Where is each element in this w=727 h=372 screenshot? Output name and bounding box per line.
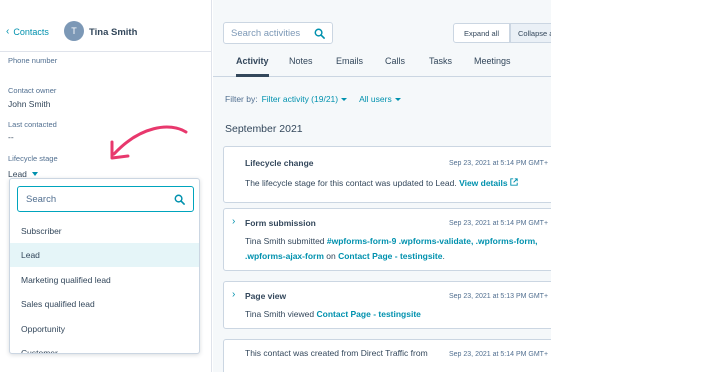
search-icon [174, 194, 185, 205]
avatar: T [64, 21, 84, 41]
filter-activity-label: Filter activity (19/21) [261, 94, 339, 104]
collapse-all-button[interactable]: Collapse a [510, 23, 551, 43]
caret-down-icon [31, 172, 38, 176]
card-body-line-2: .wpforms-ajax-form on Contact Page - tes… [245, 249, 538, 264]
search-icon [314, 28, 325, 39]
avatar-initial: T [71, 26, 77, 36]
activity-card-page-view[interactable]: › Page view Sep 23, 2021 at 5:13 PM GMT+… [223, 281, 551, 329]
contact-page-link[interactable]: Contact Page - testingsite [317, 309, 421, 319]
activity-card-form-submission[interactable]: › Form submission Sep 23, 2021 at 5:14 P… [223, 208, 551, 271]
tab-tasks[interactable]: Tasks [429, 56, 452, 77]
last-contacted-value: -- [8, 132, 14, 142]
dropdown-option-lead[interactable]: Lead [10, 243, 199, 267]
card-body-text: on [326, 251, 336, 261]
tab-emails[interactable]: Emails [336, 56, 363, 77]
external-link-icon [510, 178, 518, 186]
contact-page-link[interactable]: Contact Page - testingsite [338, 251, 442, 261]
card-timestamp: Sep 23, 2021 at 5:14 PM GMT+ [449, 220, 549, 227]
card-title: Lifecycle change [245, 158, 314, 168]
card-timestamp: Sep 23, 2021 at 5:14 PM GMT+ [449, 351, 549, 358]
card-body: The lifecycle stage for this contact was… [245, 176, 518, 191]
dropdown-option-sql[interactable]: Sales qualified lead [10, 292, 199, 316]
sidebar-header: ‹ Contacts T Tina Smith [0, 0, 212, 52]
filter-row: Filter by: Filter activity (19/21) All u… [225, 94, 401, 104]
filter-by-label: Filter by: [225, 94, 258, 104]
card-body: This contact was created from Direct Tra… [245, 346, 428, 361]
tab-meetings[interactable]: Meetings [474, 56, 511, 77]
tab-activity[interactable]: Activity [236, 56, 269, 77]
form-selector-link-cont[interactable]: .wpforms-ajax-form [245, 251, 324, 261]
dropdown-option-mql[interactable]: Marketing qualified lead [10, 268, 199, 292]
caret-down-icon [394, 97, 401, 101]
dropdown-option-subscriber[interactable]: Subscriber [10, 219, 199, 243]
filter-users-label: All users [359, 94, 392, 104]
card-title: Form submission [245, 218, 316, 228]
phone-number-label: Phone number [8, 56, 58, 65]
view-details-link[interactable]: View details [459, 178, 518, 188]
lifecycle-stage-label: Lifecycle stage [8, 154, 58, 163]
lifecycle-stage-dropdown: Search Subscriber Lead Marketing qualifi… [9, 178, 200, 354]
card-body-text: This contact was created from Direct Tra… [245, 348, 428, 358]
chevron-right-icon[interactable]: › [232, 216, 235, 227]
search-activities-placeholder: Search activities [231, 27, 301, 39]
card-body-period: . [442, 251, 445, 261]
card-timestamp: Sep 23, 2021 at 5:13 PM GMT+ [449, 293, 549, 300]
tab-notes[interactable]: Notes [289, 56, 313, 77]
contact-owner-value[interactable]: John Smith [8, 99, 51, 109]
card-body-text: Tina Smith submitted [245, 236, 325, 246]
dropdown-option-customer[interactable]: Customer [10, 341, 199, 353]
expand-all-button[interactable]: Expand all [453, 23, 510, 43]
month-heading: September 2021 [225, 123, 303, 135]
contact-sidebar: ‹ Contacts T Tina Smith Phone number Con… [0, 0, 212, 372]
back-to-contacts-link[interactable]: ‹ Contacts [6, 26, 49, 38]
tab-calls[interactable]: Calls [385, 56, 405, 77]
card-body: Tina Smith submitted #wpforms-form-9 .wp… [245, 234, 538, 264]
caret-down-icon [341, 97, 348, 101]
card-body: Tina Smith viewed Contact Page - testing… [245, 307, 421, 322]
chevron-left-icon: ‹ [6, 26, 10, 37]
contact-name: Tina Smith [89, 27, 138, 38]
filter-activity-dropdown[interactable]: Filter activity (19/21) [262, 94, 348, 104]
card-body-text: The lifecycle stage for this contact was… [245, 178, 457, 188]
activity-panel: Search activities Expand all Collapse a … [213, 0, 551, 372]
activity-card-contact-created[interactable]: Sep 23, 2021 at 5:14 PM GMT+ This contac… [223, 339, 551, 372]
contact-owner-label: Contact owner [8, 86, 57, 95]
view-details-label: View details [459, 178, 508, 188]
card-title: Page view [245, 291, 287, 301]
search-activities-input[interactable]: Search activities [223, 22, 333, 44]
back-link-label: Contacts [13, 27, 49, 37]
dropdown-search-input[interactable]: Search [17, 186, 194, 212]
activity-tabs: Activity Notes Emails Calls Tasks Meetin… [213, 50, 551, 77]
activity-card-lifecycle-change[interactable]: Lifecycle change Sep 23, 2021 at 5:14 PM… [223, 146, 551, 203]
dropdown-option-opportunity[interactable]: Opportunity [10, 317, 199, 341]
dropdown-search-placeholder: Search [26, 193, 57, 205]
card-body-text: Tina Smith viewed [245, 309, 315, 319]
card-timestamp: Sep 23, 2021 at 5:14 PM GMT+ [449, 160, 549, 167]
chevron-right-icon[interactable]: › [232, 289, 235, 300]
form-selector-link[interactable]: #wpforms-form-9 .wpforms-validate, .wpfo… [327, 236, 538, 246]
card-body-line-1: Tina Smith submitted #wpforms-form-9 .wp… [245, 234, 538, 249]
last-contacted-label: Last contacted [8, 120, 57, 129]
annotation-arrow-icon [110, 125, 188, 160]
filter-users-dropdown[interactable]: All users [359, 94, 401, 104]
